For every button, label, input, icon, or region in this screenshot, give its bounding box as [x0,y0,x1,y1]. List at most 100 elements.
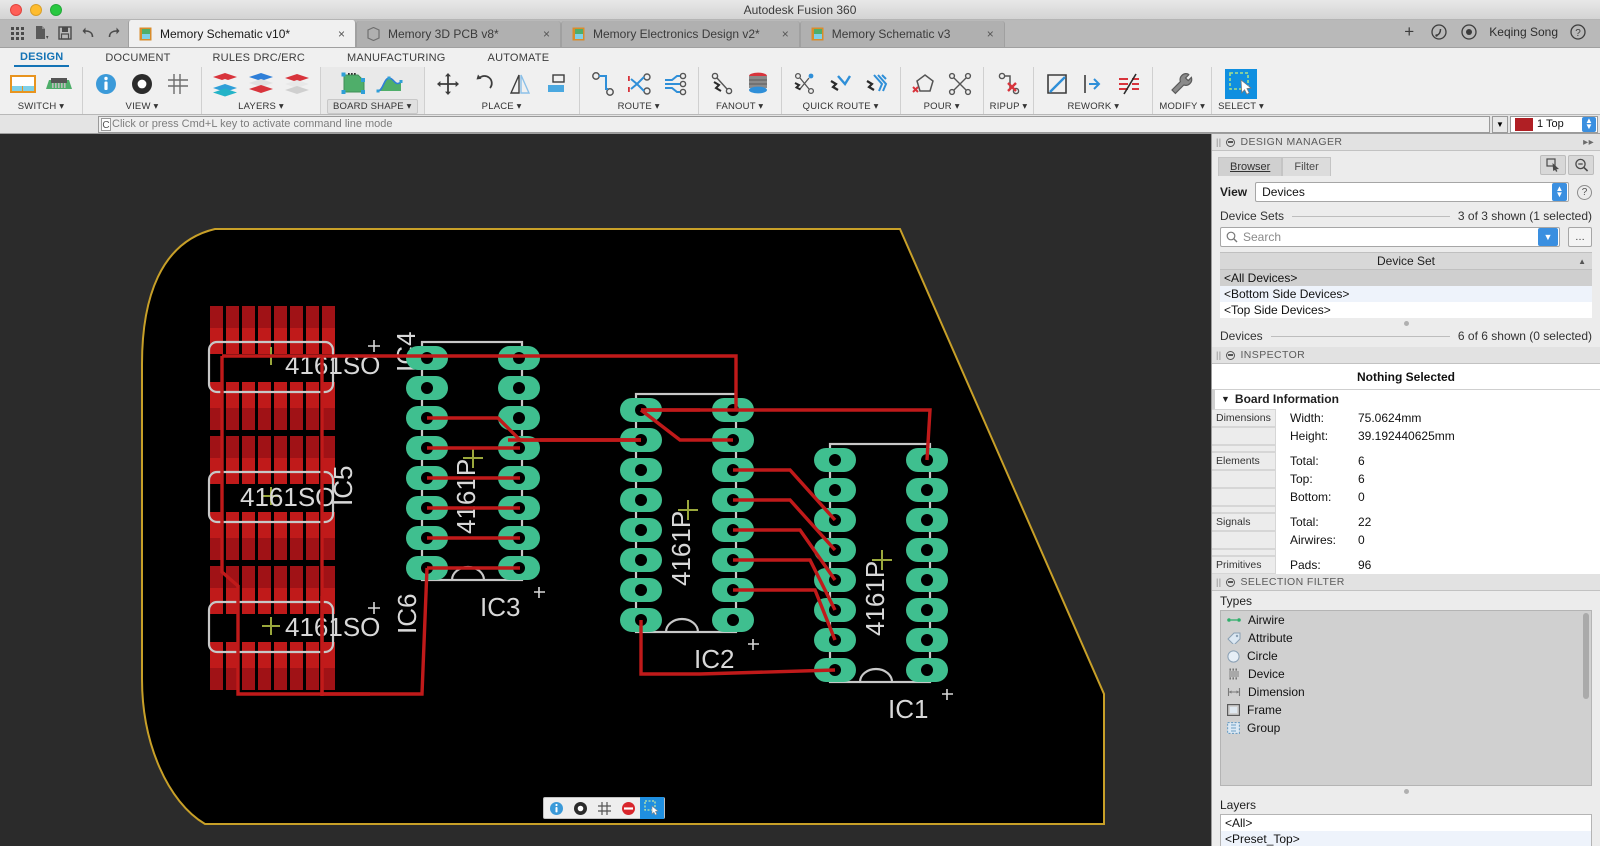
quick-route-all-icon[interactable] [860,69,894,99]
no-drop-icon[interactable] [616,797,640,819]
switch-pcb-icon[interactable] [42,69,76,99]
tab-close-button[interactable]: × [529,27,550,41]
types-list[interactable]: Airwire Attribute Circle Device Dimensio… [1220,610,1592,786]
ribbon-group-label-fanout[interactable]: FANOUT ▾ [716,101,763,114]
panel-grip[interactable]: || [1216,137,1221,147]
display-icon[interactable] [568,797,592,819]
design-manager-header[interactable]: || DESIGN MANAGER ▸▸ [1212,134,1600,151]
new-tab-button[interactable]: + [1399,22,1419,42]
layer-stepper-icon[interactable]: ▲▼ [1582,117,1596,132]
move-icon[interactable] [431,69,465,99]
ribbon-tab-manufacturing[interactable]: MANUFACTURING [341,48,452,67]
tab-close-button[interactable]: × [768,27,789,41]
redo-icon[interactable] [102,23,124,43]
list-item[interactable]: <Bottom Side Devices> [1220,286,1592,302]
collapse-icon[interactable] [1226,578,1235,587]
quick-route-net-icon[interactable] [788,69,822,99]
view-select-stepper-icon[interactable]: ▲▼ [1552,183,1567,201]
list-item[interactable]: <All> [1221,815,1591,831]
ripup-icon[interactable] [992,69,1026,99]
route-trace-icon[interactable] [586,69,620,99]
tab-filter[interactable]: Filter [1282,157,1330,176]
wrench-icon[interactable] [1165,69,1199,99]
display-icon[interactable] [125,69,159,99]
device-sets-more-button[interactable]: … [1568,227,1592,247]
tab-close-button[interactable]: × [973,27,994,41]
tab-memory-schematic-v10[interactable]: Memory Schematic v10* × [128,20,356,47]
ribbon-tab-document[interactable]: DOCUMENT [99,48,176,67]
command-history-dropdown[interactable]: ▼ [1492,116,1508,133]
list-item[interactable]: <Preset_Top> [1221,831,1591,846]
active-layer-select[interactable]: 1 Top ▲▼ [1510,116,1598,133]
help-icon[interactable]: ? [1577,185,1592,200]
quick-route-single-icon[interactable] [824,69,858,99]
board-curve-icon[interactable] [373,69,407,99]
polygon-pour-icon[interactable] [907,69,941,99]
layer-stack-icon[interactable] [280,69,314,99]
rework-miter-icon[interactable] [1040,69,1074,99]
device-set-list-resize-handle[interactable] [1220,320,1592,327]
ribbon-group-label-view[interactable]: VIEW ▾ [126,101,159,114]
rework-push-icon[interactable] [1076,69,1110,99]
types-list-scrollbar[interactable] [1583,613,1589,699]
ribbon-group-label-route[interactable]: ROUTE ▾ [618,101,660,114]
job-status-icon[interactable] [1459,22,1479,42]
undo-icon[interactable] [78,23,100,43]
pcb-artwork[interactable]: 4161SO IC4 [0,134,1211,846]
align-icon[interactable] [539,69,573,99]
ribbon-group-label-board-shape[interactable]: BOARD SHAPE ▾ [327,99,418,114]
route-differential-icon[interactable] [622,69,656,99]
list-item[interactable]: <Top Side Devices> [1220,302,1592,318]
user-name-label[interactable]: Keqing Song [1489,25,1558,39]
ribbon-tab-automate[interactable]: AUTOMATE [482,48,556,67]
switch-schematic-icon[interactable] [6,69,40,99]
ribbon-group-label-modify[interactable]: MODIFY ▾ [1159,101,1205,114]
ribbon-group-label-quick-route[interactable]: QUICK ROUTE ▾ [803,101,879,114]
selection-filter-header[interactable]: || SELECTION FILTER [1212,574,1600,591]
layer-settings-icon[interactable] [208,69,242,99]
select-marquee-icon[interactable] [1224,69,1258,99]
mirror-icon[interactable] [503,69,537,99]
grid-apps-icon[interactable] [6,23,28,43]
zoom-to-fit-icon[interactable] [1568,155,1594,175]
pcb-canvas[interactable]: 4161SO IC4 [0,134,1211,846]
collapse-icon[interactable] [1226,138,1235,147]
view-select[interactable]: Devices ▲▼ [1255,182,1569,202]
search-dropdown-icon[interactable]: ▼ [1538,228,1558,246]
expand-panel-icon[interactable]: ▸▸ [1583,137,1600,148]
via-icon[interactable] [741,69,775,99]
command-line-input[interactable]: C Click or press Cmd+L key to activate c… [98,116,1490,133]
device-set-column-header[interactable]: Device Set ▲ [1220,252,1592,270]
device-sets-search-input[interactable]: Search ▼ [1220,227,1560,247]
ribbon-tab-rules-drc-erc[interactable]: RULES DRC/ERC [207,48,311,67]
panel-grip[interactable]: || [1216,350,1221,360]
tab-close-button[interactable]: × [324,27,345,41]
grid-icon[interactable] [161,69,195,99]
layer-display-icon[interactable] [244,69,278,99]
board-information-section[interactable]: ▼ Board Information [1212,389,1600,409]
save-icon[interactable] [54,23,76,43]
select-cursor-icon[interactable] [640,797,664,819]
layers-list[interactable]: <All> <Preset_Top> [1220,814,1592,846]
collapse-icon[interactable] [1226,351,1235,360]
board-outline-icon[interactable] [337,69,371,99]
fanout-icon[interactable] [705,69,739,99]
help-icon[interactable]: ? [1568,22,1588,42]
new-document-icon[interactable] [30,23,52,43]
ribbon-group-label-select[interactable]: SELECT ▾ [1218,101,1264,114]
inspector-header[interactable]: || INSPECTOR [1212,347,1600,364]
ribbon-group-label-rework[interactable]: REWORK ▾ [1067,101,1119,114]
tab-memory-electronics-design-v2[interactable]: Memory Electronics Design v2* × [561,21,800,47]
info-icon[interactable] [89,69,123,99]
panel-grip[interactable]: || [1216,577,1221,587]
select-filter-icon[interactable] [1540,155,1566,175]
ribbon-group-label-switch[interactable]: SWITCH ▾ [18,101,64,114]
rework-slice-icon[interactable] [1112,69,1146,99]
types-list-resize-handle[interactable] [1220,788,1592,795]
tab-browser[interactable]: Browser [1218,157,1282,176]
ribbon-group-label-place[interactable]: PLACE ▾ [482,101,522,114]
ribbon-group-label-ripup[interactable]: RIPUP ▾ [990,101,1028,114]
ribbon-group-label-pour[interactable]: POUR ▾ [924,101,960,114]
pour-ratsnest-icon[interactable] [943,69,977,99]
info-icon[interactable] [544,797,568,819]
